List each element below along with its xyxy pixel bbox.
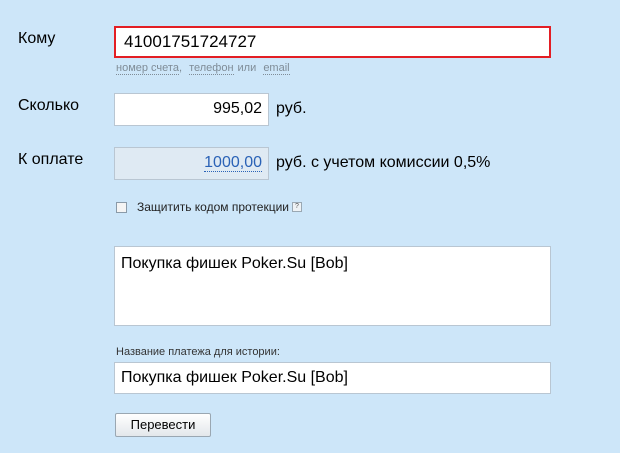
recipient-input[interactable]: 41001751724727 [114,26,551,58]
hint-email-link[interactable]: email [263,62,290,75]
pay-amount-value[interactable]: 1000,00 [204,154,262,172]
pay-label: К оплате [18,151,84,168]
transfer-button[interactable]: Перевести [115,413,211,437]
pay-amount-field[interactable]: 1000,00 [114,147,269,180]
protect-checkbox[interactable] [116,201,127,213]
hint-phone-link[interactable]: телефон [189,62,234,75]
protect-code-row[interactable]: Защитить кодом протекции ? [116,200,302,214]
help-icon[interactable]: ? [291,202,302,212]
amount-unit: руб. [276,100,307,117]
protect-label: Защитить кодом протекции [137,200,289,214]
history-name-input[interactable]: Покупка фишек Poker.Su [Bob] [114,362,551,394]
comment-textarea[interactable]: Покупка фишек Poker.Su [Bob] [114,246,551,326]
amount-input[interactable]: 995,02 [114,93,269,126]
history-label: Название платежа для истории: [116,346,280,358]
recipient-hint: номер счета, телефон или email [116,62,290,75]
pay-unit-commission: руб. с учетом комиссии 0,5% [276,154,491,171]
to-label: Кому [18,30,56,47]
amount-label: Сколько [18,97,80,114]
hint-account-link[interactable]: номер счета [116,62,179,75]
